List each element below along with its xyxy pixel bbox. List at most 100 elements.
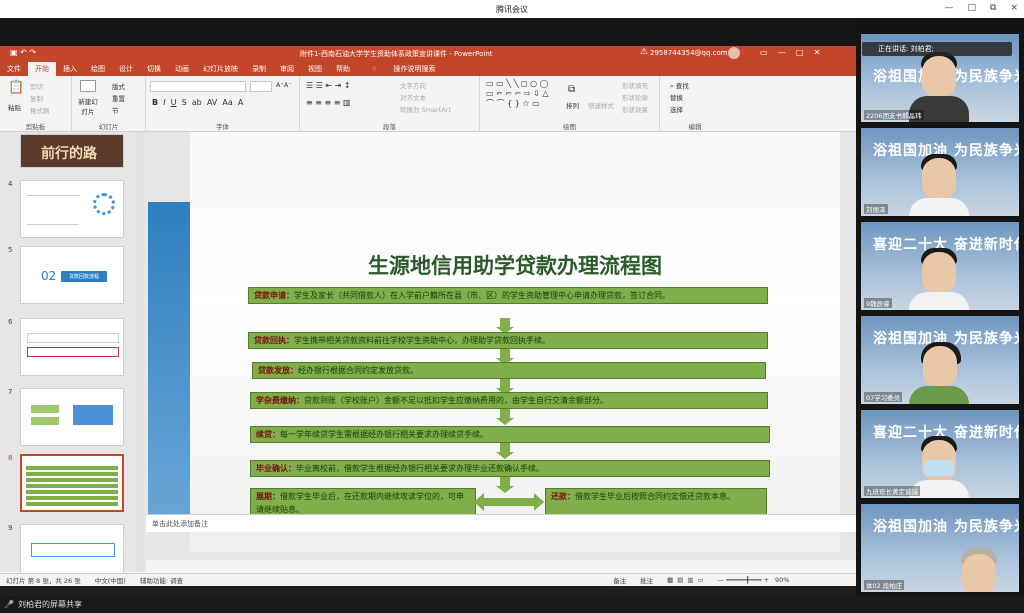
paragraph-label: 段落 bbox=[383, 123, 396, 131]
meeting-title: 腾讯会议 bbox=[496, 4, 528, 14]
meeting-title-bar: 腾讯会议 bbox=[0, 0, 1024, 18]
align-buttons[interactable]: ≡ ≡ ≡ ≡ ▥ bbox=[306, 98, 351, 107]
select-button[interactable]: 选择 bbox=[670, 104, 683, 114]
tab-record[interactable]: 录制 bbox=[245, 62, 273, 76]
microphone-icon[interactable]: 🎤 bbox=[4, 600, 14, 609]
cut-button[interactable]: 剪切 bbox=[30, 81, 43, 91]
notes-pane[interactable]: 单击此处添加备注 bbox=[146, 514, 856, 532]
screen-share-bar: 🎤 刘柏君的屏幕共享 bbox=[0, 596, 1024, 613]
view-buttons[interactable]: ▦▤▥▭ bbox=[667, 576, 708, 584]
align-text-button[interactable]: 对齐文本 bbox=[400, 92, 426, 102]
tab-transitions[interactable]: 切换 bbox=[140, 62, 168, 76]
tab-draw[interactable]: 绘图 bbox=[84, 62, 112, 76]
participant-body bbox=[909, 292, 969, 310]
thumb-4-circle bbox=[93, 193, 115, 215]
editing-group: ⌕ 查找 替换 选择 编辑 bbox=[660, 76, 730, 132]
font-family-select[interactable] bbox=[150, 81, 246, 92]
thumbnail-5[interactable]: 02 贷款回款流程 bbox=[20, 246, 124, 304]
shape-fill-button[interactable]: 形状填充 bbox=[622, 80, 648, 90]
slide-left-decoration bbox=[148, 202, 190, 522]
tell-me-label: 操作说明搜索 bbox=[393, 65, 436, 73]
tab-animations[interactable]: 动画 bbox=[168, 62, 196, 76]
arrange-icon[interactable]: ⧉ bbox=[568, 84, 575, 95]
thumbnail-3[interactable]: 前行的路 bbox=[20, 134, 124, 168]
quick-styles-button[interactable]: 快速样式 bbox=[588, 100, 614, 110]
slide-canvas[interactable]: 生源地信用助学贷款办理流程图 贷款申请：学生及家长（共同借款人）在入学前户籍所在… bbox=[148, 132, 840, 552]
step-label: 贷款回执： bbox=[254, 336, 294, 345]
step-text: 借款学生毕业后按照合同约定偿还贷款本息。 bbox=[575, 492, 735, 501]
arrange-button[interactable]: 排列 bbox=[566, 100, 579, 110]
step-text: 学生及家长（共同借款人）在入学前户籍所在县（市、区）的学生资助管理中心申请办理贷… bbox=[294, 291, 670, 300]
thumb-number-9: 9 bbox=[8, 524, 13, 532]
notes-button[interactable]: 备注 bbox=[613, 575, 626, 585]
comments-button[interactable]: 批注 bbox=[640, 575, 653, 585]
slide-thumbnails-pane[interactable]: 前行的路 4 5 02 贷款回款流程 6 7 8 9 bbox=[0, 132, 146, 582]
restore-button[interactable]: ⧉ bbox=[990, 3, 996, 13]
video-tile-2[interactable]: 浴祖国加油 为民族争光 刘丽泽 bbox=[861, 128, 1019, 216]
shape-outline-button[interactable]: 形状轮廓 bbox=[622, 92, 648, 102]
layout-button[interactable]: 版式 bbox=[112, 81, 125, 91]
thumbnail-6[interactable] bbox=[20, 318, 124, 376]
video-tile-6[interactable]: 浴祖国加油 为民族争光 体02 段柏庄 bbox=[861, 504, 1019, 592]
tell-me-search[interactable]: ♢ 操作说明搜索 bbox=[357, 62, 450, 76]
step-label: 贷款发放： bbox=[258, 366, 298, 375]
zoom-level[interactable]: 90% bbox=[775, 576, 789, 584]
tab-slideshow[interactable]: 幻灯片放映 bbox=[196, 62, 245, 76]
participant-face bbox=[922, 158, 956, 198]
section-button[interactable]: 节 bbox=[112, 105, 119, 115]
thumb-4-text-lines bbox=[27, 195, 79, 225]
step-label: 学杂费缴纳： bbox=[256, 396, 304, 405]
close-button[interactable]: × bbox=[1010, 3, 1018, 13]
video-tile-4[interactable]: 浴祖国加油 为民族争光 07学习委员 bbox=[861, 316, 1019, 404]
minimize-button[interactable]: — bbox=[945, 3, 954, 13]
smartart-button[interactable]: 转换为 SmartArt bbox=[400, 104, 451, 114]
save-icon[interactable]: ▣ ↶ ↷ bbox=[10, 48, 36, 57]
language-indicator[interactable]: 中文(中国) bbox=[95, 575, 126, 585]
find-button[interactable]: ⌕ 查找 bbox=[670, 80, 689, 91]
avatar[interactable] bbox=[728, 47, 740, 59]
new-slide-icon[interactable] bbox=[80, 80, 96, 92]
copy-button[interactable]: 复制 bbox=[30, 93, 43, 103]
tab-view[interactable]: 视图 bbox=[301, 62, 329, 76]
thumb-3-title: 前行的路 bbox=[41, 146, 97, 162]
thumbnail-7[interactable] bbox=[20, 388, 124, 446]
paste-icon[interactable]: 📋 bbox=[8, 80, 24, 95]
zoom-slider[interactable]: — ━━━━━╋━━━ + bbox=[718, 576, 769, 584]
thumb-7-box-1 bbox=[31, 405, 59, 413]
thumb-number-6: 6 bbox=[8, 318, 13, 326]
thumbnails-scrollbar[interactable] bbox=[136, 132, 144, 572]
font-size-select[interactable] bbox=[250, 81, 272, 92]
text-direction-button[interactable]: 文字方向 bbox=[400, 80, 426, 90]
tab-insert[interactable]: 插入 bbox=[56, 62, 84, 76]
shapes-gallery[interactable]: ▭ ▭ ╲ ╲ ◻ ○ ◯ ▭ ⌐ ⌐ ⌐ ⇨ ⇩ △ ⌒ ⌒ { } ☆ ▭ bbox=[486, 79, 556, 109]
tab-file[interactable]: 文件 bbox=[0, 62, 28, 76]
tab-design[interactable]: 设计 bbox=[112, 62, 140, 76]
tab-help[interactable]: 帮助 bbox=[329, 62, 357, 76]
ppt-title-bar: ▣ ↶ ↷ 附件1-西南石油大学学生资助体系政策宣讲课件 - PowerPoin… bbox=[0, 46, 856, 62]
step-tuition-payment: 学杂费缴纳：贷款到账（学校账户）金额不足以抵扣学生应缴纳费用的，由学生自行交清余… bbox=[250, 392, 768, 409]
video-tile-3[interactable]: 喜迎二十大 奋进新时代 9魏辰睿 bbox=[861, 222, 1019, 310]
font-size-icons[interactable]: A⁺A⁻ bbox=[276, 81, 292, 89]
tab-home[interactable]: 开始 bbox=[28, 62, 56, 76]
tab-review[interactable]: 审阅 bbox=[273, 62, 301, 76]
paragraph-group: ☰ ☰ ⇤ ⇥ ↕ ≡ ≡ ≡ ≡ ▥ 文字方向 对齐文本 转换为 SmartA… bbox=[300, 76, 480, 132]
maximize-button[interactable]: □ bbox=[968, 3, 977, 13]
video-tile-5[interactable]: 喜迎二十大 奋进新时代 九班班长黄定诚诚 bbox=[861, 410, 1019, 498]
ppt-window-controls[interactable]: ▭ — □ ✕ bbox=[760, 48, 820, 57]
new-slide-button[interactable]: 新建幻灯片 bbox=[76, 96, 100, 116]
format-painter-button[interactable]: 格式刷 bbox=[30, 105, 50, 115]
flow-arrow-2 bbox=[496, 349, 514, 365]
thumbnail-8-selected[interactable] bbox=[20, 454, 124, 512]
thumb-6-red-bar bbox=[27, 347, 119, 357]
shape-effects-button[interactable]: 形状效果 bbox=[622, 104, 648, 114]
accessibility-status[interactable]: 辅助功能: 调查 bbox=[140, 575, 183, 585]
thumbnail-4[interactable] bbox=[20, 180, 124, 238]
reset-button[interactable]: 重置 bbox=[112, 93, 125, 103]
list-buttons[interactable]: ☰ ☰ ⇤ ⇥ ↕ bbox=[306, 81, 351, 90]
notes-placeholder: 单击此处添加备注 bbox=[152, 520, 208, 528]
replace-button[interactable]: 替换 bbox=[670, 92, 683, 102]
paste-button[interactable]: 粘贴 bbox=[8, 102, 21, 112]
ribbon-tabs: 文件 开始 插入 绘图 设计 切换 动画 幻灯片放映 录制 审阅 视图 帮助 ♢… bbox=[0, 62, 856, 76]
font-style-buttons[interactable]: B I U S ab AV Aa A bbox=[152, 98, 243, 107]
editing-label: 编辑 bbox=[688, 123, 702, 131]
